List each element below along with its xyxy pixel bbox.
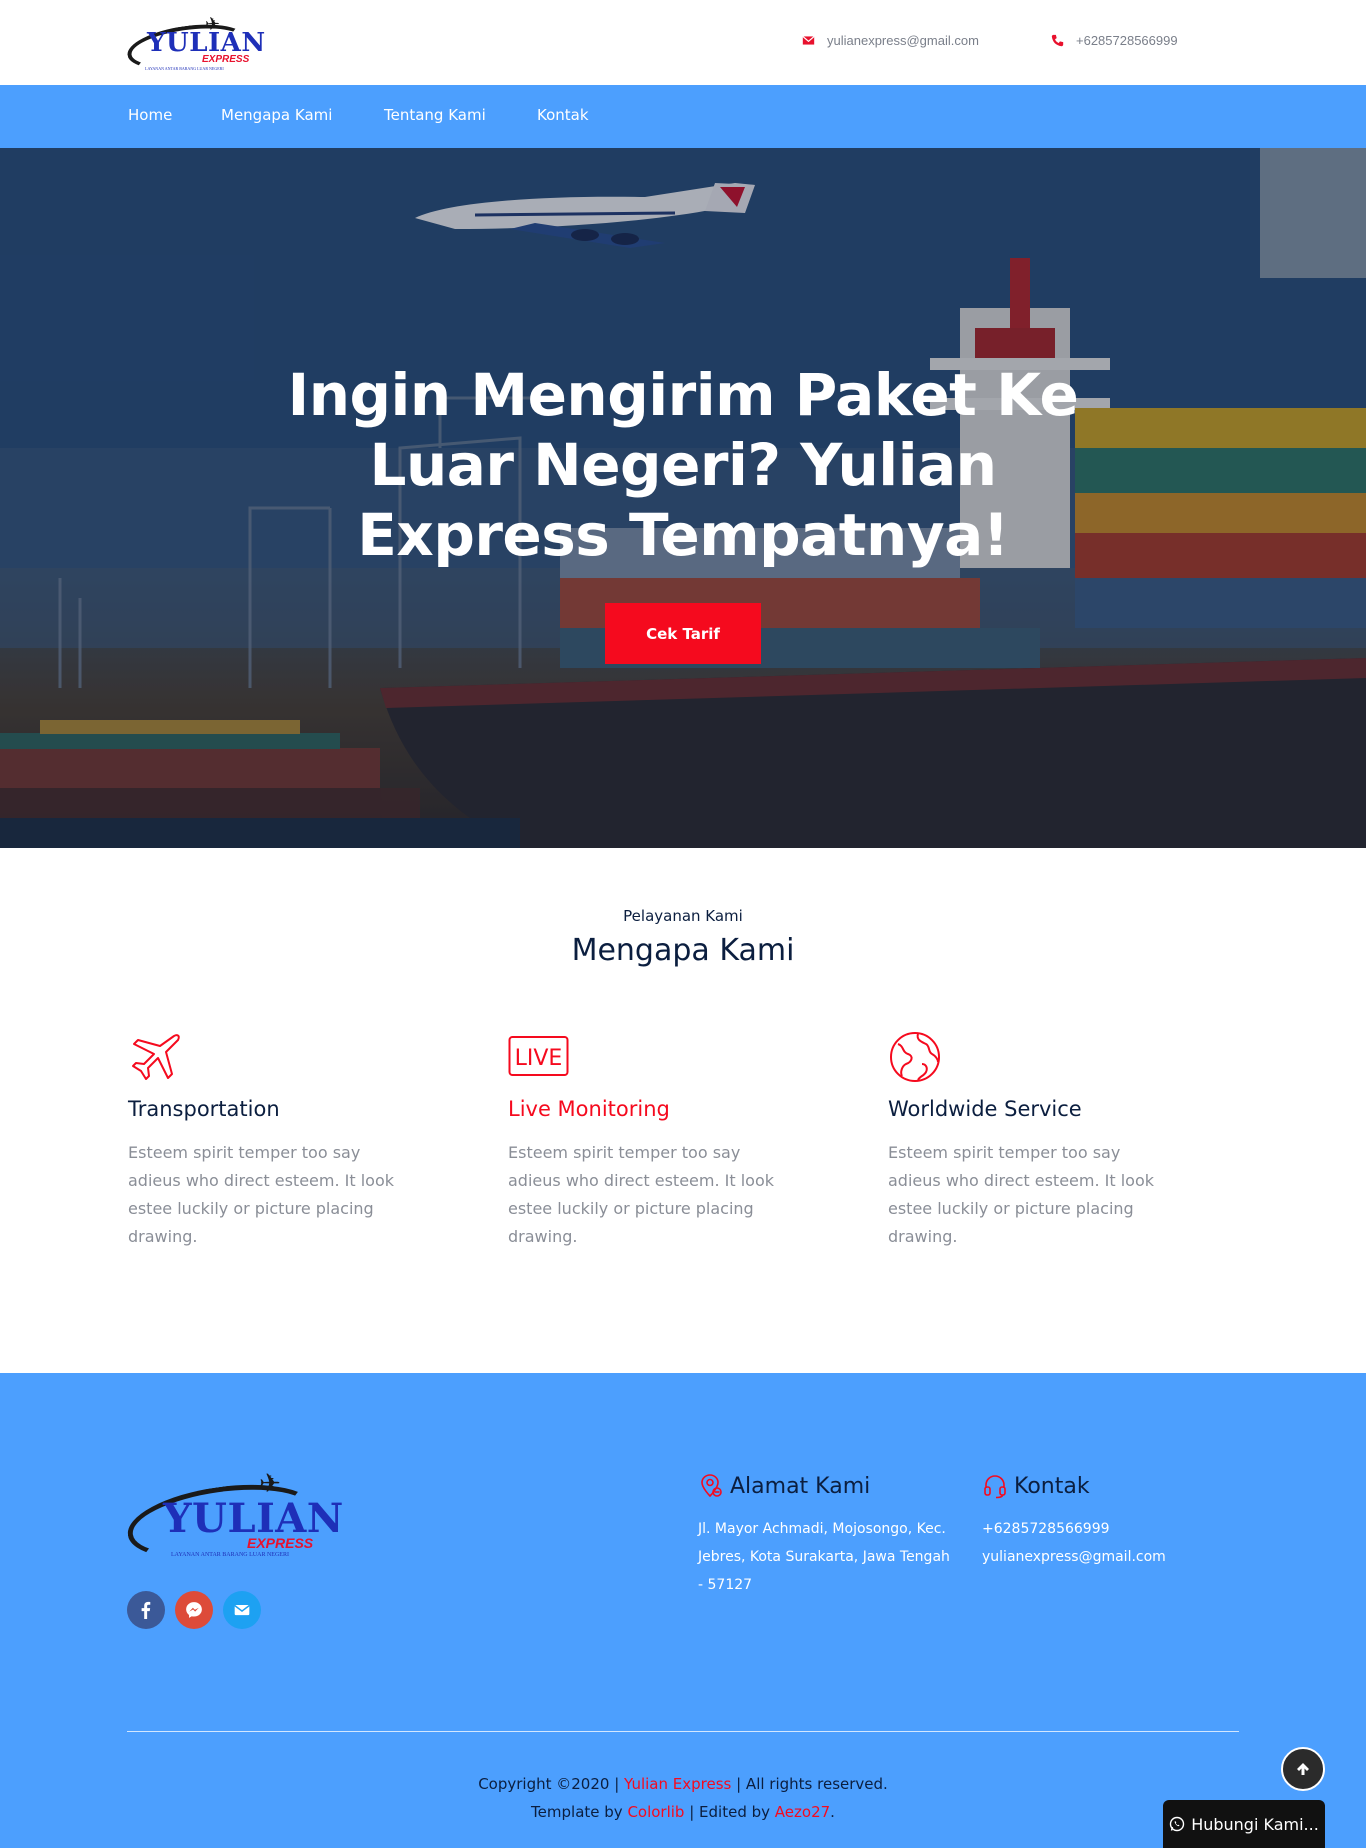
brand-link[interactable]: Yulian Express xyxy=(624,1775,731,1793)
section-kicker: Pelayanan Kami xyxy=(623,907,743,925)
location-pin-icon xyxy=(701,1474,722,1498)
check-rate-button[interactable]: Cek Tarif xyxy=(605,603,761,664)
main-nav: Home Mengapa Kami Tentang Kami Kontak xyxy=(0,85,1366,148)
footer-logo[interactable]: ✈ YULIAN EXPRESS LAYANAN ANTAR BARANG LU… xyxy=(123,1469,343,1570)
envelope-icon xyxy=(234,1604,250,1616)
contact-phone-link[interactable]: +6285728566999 xyxy=(982,1515,1202,1543)
colorlib-link[interactable]: Colorlib xyxy=(627,1803,684,1821)
svg-text:LIVE: LIVE xyxy=(515,1046,563,1071)
service-title: Transportation xyxy=(128,1097,280,1121)
headset-icon xyxy=(984,1475,1006,1499)
phone-icon xyxy=(1051,34,1064,47)
nav-item-tentang-kami[interactable]: Tentang Kami xyxy=(384,106,486,124)
nav-item-kontak[interactable]: Kontak xyxy=(537,106,589,124)
scroll-to-top-button[interactable] xyxy=(1281,1747,1325,1791)
envelope-icon xyxy=(802,35,815,45)
footer-contact: Kontak +6285728566999 yulianexpress@gmai… xyxy=(982,1473,1202,1571)
arrow-up-icon xyxy=(1297,1763,1309,1775)
editor-link[interactable]: Aezo27 xyxy=(775,1803,830,1821)
copyright-line: Copyright ©2020 | Yulian Express | All r… xyxy=(478,1775,888,1793)
messenger-icon xyxy=(186,1602,202,1618)
section-title: Mengapa Kami xyxy=(571,933,795,968)
footer-divider xyxy=(127,1731,1239,1732)
live-icon: LIVE xyxy=(508,1036,569,1076)
globe-icon xyxy=(890,1032,940,1082)
footer-address: Alamat Kami Jl. Mayor Achmadi, Mojosongo… xyxy=(698,1473,958,1599)
nav-item-home[interactable]: Home xyxy=(128,106,172,124)
address-title: Alamat Kami xyxy=(730,1473,871,1499)
site-footer: ✈ YULIAN EXPRESS LAYANAN ANTAR BARANG LU… xyxy=(0,1373,1366,1848)
whatsapp-icon xyxy=(1169,1816,1185,1832)
service-description: Esteem spirit temper too say adieus who … xyxy=(128,1143,395,1246)
top-header: ✈ YULIAN EXPRESS LAYANAN ANTAR BARANG LU… xyxy=(0,0,1366,85)
airplane-icon xyxy=(132,1034,180,1080)
service-description: Esteem spirit temper too say adieus who … xyxy=(508,1143,775,1246)
nav-item-mengapa-kami[interactable]: Mengapa Kami xyxy=(221,106,332,124)
site-logo[interactable]: ✈ YULIAN EXPRESS LAYANAN ANTAR BARANG LU… xyxy=(124,14,265,77)
contact-email-link[interactable]: yulianexpress@gmail.com xyxy=(982,1543,1202,1571)
hero-headline: Ingin Mengirim Paket Ke Luar Negeri? Yul… xyxy=(287,361,1079,569)
address-text: Jl. Mayor Achmadi, Mojosongo, Kec. Jebre… xyxy=(698,1521,950,1593)
whatsapp-contact-button[interactable]: Hubungi Kami... xyxy=(1163,1800,1325,1848)
header-phone[interactable]: +6285728566999 xyxy=(1051,33,1178,48)
service-title: Live Monitoring xyxy=(508,1097,670,1121)
social-links xyxy=(127,1591,261,1629)
facebook-icon xyxy=(141,1601,151,1619)
facebook-button[interactable] xyxy=(127,1591,165,1629)
service-description: Esteem spirit temper too say adieus who … xyxy=(888,1143,1155,1246)
email-button[interactable] xyxy=(223,1591,261,1629)
header-email[interactable]: yulianexpress@gmail.com xyxy=(802,33,979,48)
hero-banner: Ingin Mengirim Paket Ke Luar Negeri? Yul… xyxy=(0,148,1366,848)
credit-line: Template by Colorlib | Edited by Aezo27. xyxy=(531,1803,835,1821)
messenger-button[interactable] xyxy=(175,1591,213,1629)
contact-title: Kontak xyxy=(1014,1473,1090,1499)
service-title: Worldwide Service xyxy=(888,1097,1082,1121)
